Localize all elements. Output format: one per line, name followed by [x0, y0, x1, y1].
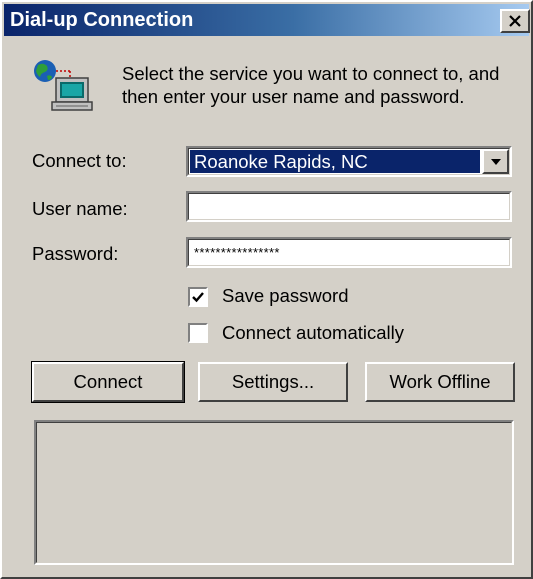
- save-password-label[interactable]: Save password: [222, 285, 348, 307]
- user-name-field[interactable]: [186, 191, 512, 222]
- close-icon: [509, 15, 521, 27]
- connect-automatically-checkbox[interactable]: [188, 323, 208, 343]
- title-bar[interactable]: Dial-up Connection: [4, 4, 530, 36]
- chevron-down-icon: [490, 158, 501, 165]
- connect-button[interactable]: Connect: [31, 361, 185, 403]
- settings-button[interactable]: Settings...: [198, 362, 348, 402]
- close-button[interactable]: [500, 9, 530, 33]
- password-label: Password:: [32, 243, 119, 264]
- combobox-dropdown-button[interactable]: [482, 149, 509, 174]
- dialup-dialog: Dial-up Connection Select the service yo…: [0, 0, 533, 579]
- connect-automatically-label[interactable]: Connect automatically: [222, 322, 404, 344]
- connect-to-label: Connect to:: [32, 150, 127, 171]
- intro-text: Select the service you want to connect t…: [122, 63, 500, 107]
- user-name-label: User name:: [32, 198, 128, 219]
- connect-to-value: Roanoke Rapids, NC: [190, 150, 480, 173]
- network-computer-icon: [34, 60, 93, 111]
- checkmark-icon: [192, 292, 204, 303]
- password-value: ****************: [194, 245, 280, 260]
- work-offline-button[interactable]: Work Offline: [365, 362, 515, 402]
- save-password-checkbox[interactable]: [188, 287, 208, 307]
- status-panel: [34, 420, 514, 565]
- connect-to-combobox[interactable]: Roanoke Rapids, NC: [186, 146, 512, 177]
- password-field[interactable]: ****************: [186, 237, 512, 268]
- window-title: Dial-up Connection: [10, 9, 194, 31]
